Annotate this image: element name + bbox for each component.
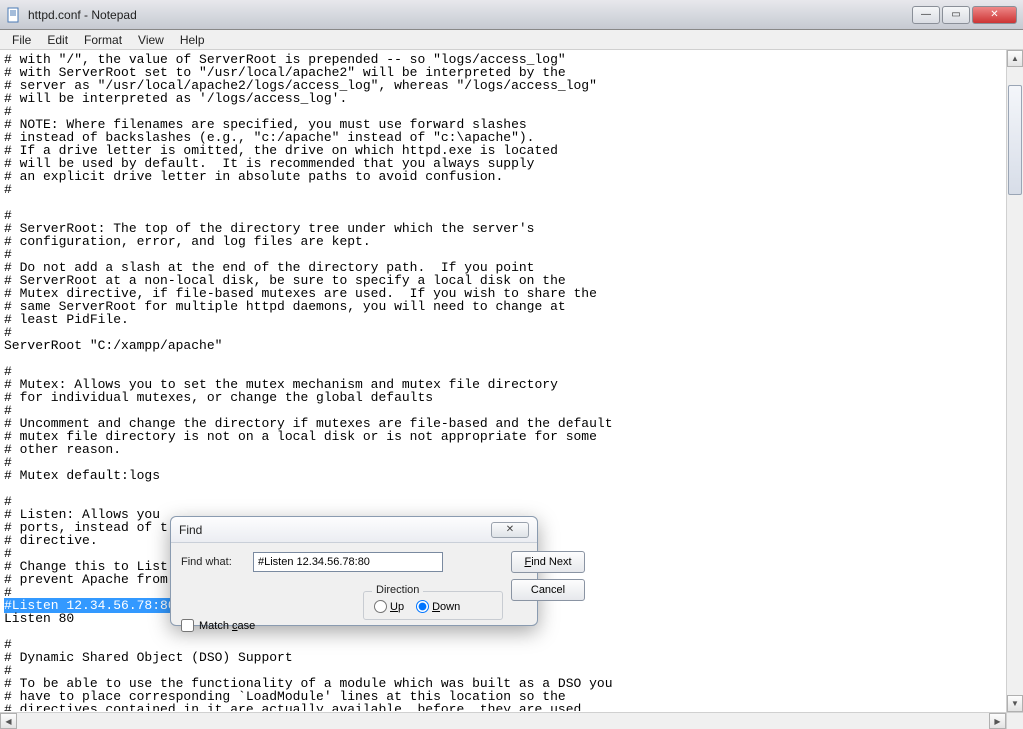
window-titlebar: httpd.conf - Notepad — ▭ ✕ <box>0 0 1023 30</box>
scroll-down-button[interactable]: ▼ <box>1007 695 1023 712</box>
find-what-input[interactable] <box>253 552 443 572</box>
find-dialog-titlebar[interactable]: Find ✕ <box>171 517 537 543</box>
menu-file[interactable]: File <box>4 31 39 49</box>
window-title: httpd.conf - Notepad <box>28 8 910 22</box>
vertical-scrollbar[interactable]: ▲ ▼ <box>1006 50 1023 712</box>
find-dialog: Find ✕ Find what: Find Next Direction Up… <box>170 516 538 626</box>
vscroll-thumb[interactable] <box>1008 85 1022 195</box>
direction-legend: Direction <box>372 584 423 596</box>
scrollbar-corner <box>1006 712 1023 729</box>
minimize-button[interactable]: — <box>912 6 940 24</box>
vscroll-track[interactable] <box>1007 67 1023 695</box>
match-case-checkbox[interactable]: Match case <box>181 619 503 632</box>
menu-format[interactable]: Format <box>76 31 130 49</box>
close-button[interactable]: ✕ <box>972 6 1017 24</box>
scroll-up-button[interactable]: ▲ <box>1007 50 1023 67</box>
horizontal-scrollbar[interactable]: ◀ ▶ <box>0 712 1006 729</box>
direction-down-radio[interactable]: Down <box>416 600 460 613</box>
menu-edit[interactable]: Edit <box>39 31 76 49</box>
menu-help[interactable]: Help <box>172 31 213 49</box>
notepad-icon <box>6 7 22 23</box>
direction-up-radio[interactable]: Up <box>374 600 404 613</box>
find-dialog-title: Find <box>179 523 202 537</box>
menu-bar: File Edit Format View Help <box>0 30 1023 50</box>
menu-view[interactable]: View <box>130 31 172 49</box>
scroll-right-button[interactable]: ▶ <box>989 713 1006 729</box>
maximize-button[interactable]: ▭ <box>942 6 970 24</box>
scroll-left-button[interactable]: ◀ <box>0 713 17 729</box>
find-next-button[interactable]: Find Next <box>511 551 585 573</box>
direction-group: Direction Up Down <box>363 591 503 620</box>
find-dialog-close-button[interactable]: ✕ <box>491 522 529 538</box>
cancel-button[interactable]: Cancel <box>511 579 585 601</box>
find-what-label: Find what: <box>181 556 245 568</box>
